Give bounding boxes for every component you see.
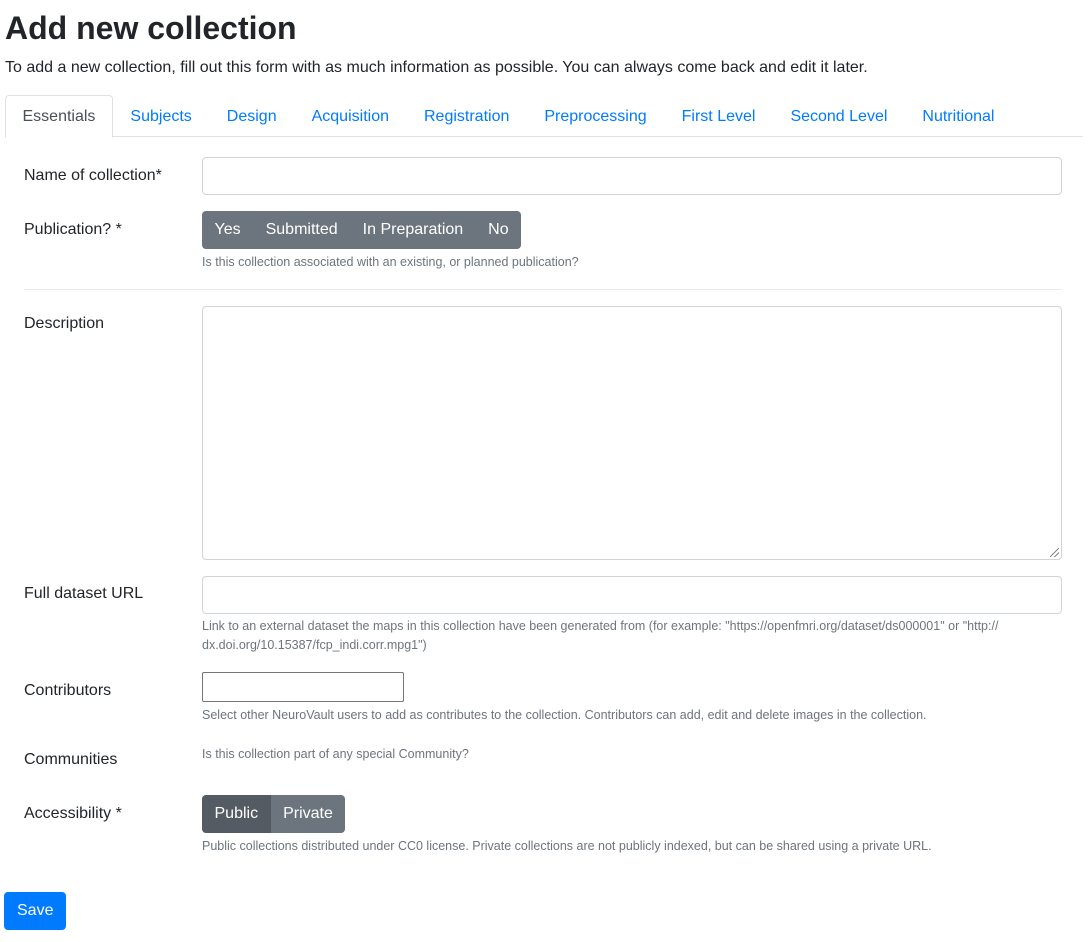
- page-intro: To add a new collection, fill out this f…: [5, 59, 868, 76]
- form-tabs: Essentials Subjects Design Acquisition R…: [5, 95, 1083, 138]
- name-label: Name of collection*: [24, 167, 162, 184]
- section-divider: [24, 289, 1062, 290]
- publication-toggle-group: Yes Submitted In Preparation No: [202, 211, 522, 249]
- accessibility-public-button[interactable]: Public: [202, 795, 271, 833]
- tab-registration[interactable]: Registration: [406, 95, 526, 137]
- description-label: Description: [24, 315, 105, 332]
- publication-submitted-button[interactable]: Submitted: [253, 211, 351, 249]
- communities-help: Is this collection part of any special C…: [202, 747, 469, 761]
- description-textarea[interactable]: [202, 306, 1062, 560]
- accessibility-toggle-group: Public Private: [202, 795, 346, 833]
- dataset-url-help-line2: dx.doi.org/10.15387/fcp_indi.corr.mpg1"): [202, 638, 427, 652]
- tab-preprocessing[interactable]: Preprocessing: [527, 95, 664, 137]
- dataset-url-label: Full dataset URL: [24, 585, 144, 602]
- publication-help: Is this collection associated with an ex…: [202, 255, 579, 269]
- publication-yes-button[interactable]: Yes: [202, 211, 254, 249]
- tab-subjects[interactable]: Subjects: [113, 95, 209, 137]
- tab-design[interactable]: Design: [209, 95, 294, 137]
- publication-no-button[interactable]: No: [475, 211, 522, 249]
- tab-second-level[interactable]: Second Level: [773, 95, 905, 137]
- accessibility-help: Public collections distributed under CC0…: [202, 839, 932, 853]
- accessibility-private-button[interactable]: Private: [270, 795, 346, 833]
- contributors-input[interactable]: [202, 672, 404, 702]
- tab-essentials[interactable]: Essentials: [5, 95, 113, 138]
- resize-handle-icon[interactable]: [1050, 548, 1059, 557]
- page-title: Add new collection: [5, 10, 297, 46]
- accessibility-label: Accessibility *: [24, 805, 122, 822]
- dataset-url-input[interactable]: [202, 576, 1062, 614]
- tab-acquisition[interactable]: Acquisition: [294, 95, 406, 137]
- dataset-url-help-line1: Link to an external dataset the maps in …: [202, 619, 999, 633]
- contributors-help: Select other NeuroVault users to add as …: [202, 708, 927, 722]
- save-button[interactable]: Save: [4, 892, 67, 930]
- publication-in-preparation-button[interactable]: In Preparation: [350, 211, 476, 249]
- contributors-label: Contributors: [24, 682, 112, 699]
- collection-name-input[interactable]: [202, 157, 1062, 195]
- tab-nutritional[interactable]: Nutritional: [905, 95, 1012, 137]
- communities-label: Communities: [24, 751, 118, 768]
- publication-label: Publication? *: [24, 221, 122, 238]
- tab-first-level[interactable]: First Level: [664, 95, 773, 137]
